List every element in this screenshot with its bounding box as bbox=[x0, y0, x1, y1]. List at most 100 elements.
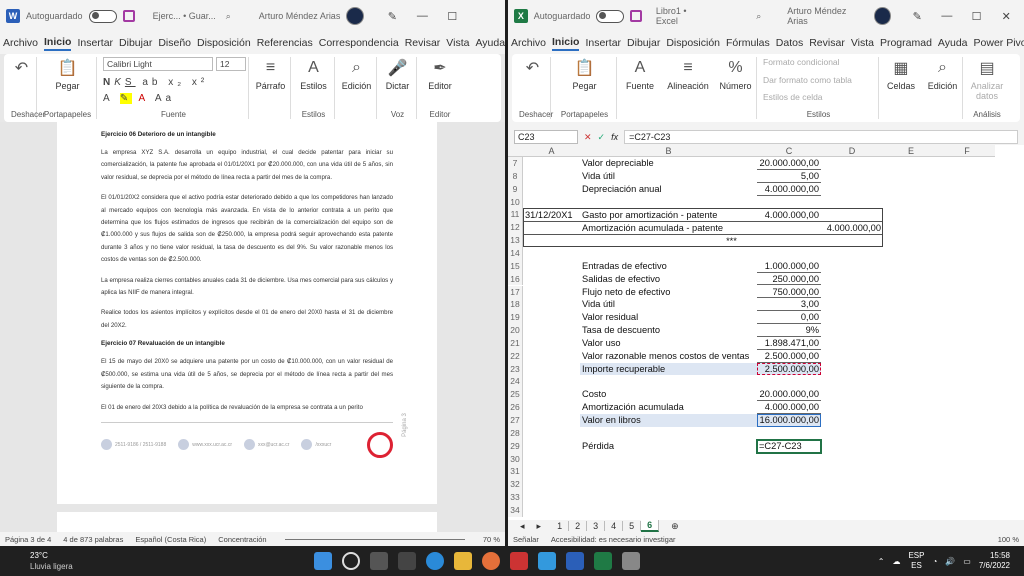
cell-a[interactable] bbox=[523, 440, 580, 453]
font-size-select[interactable]: 12 bbox=[216, 57, 246, 71]
row-header[interactable]: 7 bbox=[508, 157, 523, 170]
cell-d[interactable] bbox=[821, 157, 883, 170]
cell-d[interactable] bbox=[821, 260, 883, 273]
font-color-icons[interactable]: A ✎ A Aa bbox=[103, 93, 175, 105]
cell-a[interactable]: 31/12/20X1 bbox=[523, 208, 580, 221]
sheet-tab-1[interactable]: 1 bbox=[551, 521, 570, 531]
app-icon[interactable] bbox=[621, 552, 640, 570]
row-header[interactable]: 17 bbox=[508, 285, 523, 299]
cell-a[interactable] bbox=[523, 183, 580, 196]
editor-button[interactable]: ✒ Editor bbox=[428, 57, 452, 91]
cell-d[interactable] bbox=[821, 363, 883, 376]
tab-revisar[interactable]: Revisar bbox=[809, 37, 845, 49]
font-name-select[interactable]: Calibri Light bbox=[103, 57, 213, 71]
row-header[interactable]: 22 bbox=[508, 349, 523, 363]
cell-a[interactable] bbox=[523, 247, 580, 260]
edit-button[interactable]: ⌕ Edición bbox=[928, 57, 958, 91]
confirm-icon[interactable]: ✓ bbox=[598, 132, 606, 143]
cell-a[interactable] bbox=[523, 260, 580, 273]
cell-c[interactable] bbox=[757, 453, 821, 466]
search-icon[interactable]: ⌕ bbox=[756, 11, 761, 22]
row-header[interactable]: 12 bbox=[508, 221, 523, 235]
cell-d[interactable] bbox=[821, 478, 883, 491]
tab-ayuda[interactable]: Ayuda bbox=[938, 37, 968, 49]
cell-b[interactable] bbox=[580, 504, 757, 517]
cell-b[interactable]: Valor razonable menos costos de ventas bbox=[580, 350, 757, 363]
cell-d[interactable] bbox=[821, 170, 883, 183]
avatar[interactable] bbox=[873, 7, 892, 25]
cell-a[interactable] bbox=[523, 286, 580, 299]
word-document-area[interactable]: Ejercicio 06 Deterioro de un intangible … bbox=[0, 122, 505, 532]
cell-c[interactable]: 0,00 bbox=[757, 311, 821, 325]
cell-a[interactable] bbox=[523, 311, 580, 324]
column-header-a[interactable]: A bbox=[523, 145, 580, 157]
cell-c[interactable] bbox=[757, 427, 821, 440]
status-zoom[interactable]: 100 % bbox=[998, 535, 1019, 544]
cell-d[interactable] bbox=[821, 388, 883, 401]
chevron-up-icon[interactable]: ⌃ bbox=[878, 557, 885, 566]
cell-c[interactable] bbox=[757, 196, 821, 209]
row-header[interactable]: 30 bbox=[508, 452, 523, 466]
undo-icon[interactable]: ↶ bbox=[522, 57, 544, 79]
tab-formulas[interactable]: Fórmulas bbox=[726, 37, 770, 49]
cell-a[interactable] bbox=[523, 465, 580, 478]
row-header[interactable]: 25 bbox=[508, 388, 523, 402]
cell-d[interactable] bbox=[821, 273, 883, 286]
analyze-button[interactable]: ▤ Analizar datos bbox=[969, 57, 1005, 101]
conditional-format-button[interactable]: Formato condicional bbox=[763, 57, 840, 67]
cell-c[interactable] bbox=[757, 478, 821, 491]
cell-b[interactable]: Amortización acumulada bbox=[580, 401, 757, 414]
font-button[interactable]: A Fuente bbox=[626, 57, 654, 91]
row-header[interactable]: 28 bbox=[508, 426, 523, 440]
row-header[interactable]: 34 bbox=[508, 503, 523, 517]
cell-a[interactable] bbox=[523, 196, 580, 209]
cell-c[interactable] bbox=[757, 221, 821, 234]
table-format-button[interactable]: Dar formato como tabla bbox=[763, 75, 852, 85]
file-explorer-icon[interactable] bbox=[453, 552, 472, 570]
cell-b[interactable] bbox=[580, 453, 757, 466]
cell-b[interactable]: Vida útil bbox=[580, 170, 757, 183]
cell-a[interactable] bbox=[523, 298, 580, 311]
cell-c[interactable]: 20.000.000,00 bbox=[757, 157, 821, 170]
volume-icon[interactable]: 🔊 bbox=[945, 557, 955, 566]
cell-b[interactable]: Gasto por amortización - patente bbox=[580, 208, 757, 221]
close-icon[interactable]: ✕ bbox=[994, 10, 1018, 23]
cell-d[interactable] bbox=[821, 183, 883, 196]
row-header[interactable]: 24 bbox=[508, 375, 523, 389]
row-header[interactable]: 14 bbox=[508, 246, 523, 260]
media-icon[interactable] bbox=[509, 552, 528, 570]
maximize-icon[interactable]: ☐ bbox=[965, 10, 989, 23]
status-focus[interactable]: Concentración bbox=[218, 535, 266, 544]
cell-a[interactable] bbox=[523, 157, 580, 170]
sheet-tab-4[interactable]: 4 bbox=[605, 521, 624, 531]
cell-styles-button[interactable]: Estilos de celda bbox=[763, 92, 823, 102]
row-header[interactable]: 31 bbox=[508, 465, 523, 479]
cell-b[interactable]: Tasa de descuento bbox=[580, 324, 757, 337]
select-all-corner[interactable] bbox=[508, 145, 523, 157]
dictate-button[interactable]: 🎤 Dictar bbox=[386, 57, 410, 91]
column-header-f[interactable]: F bbox=[939, 145, 995, 157]
status-zoom[interactable]: 70 % bbox=[483, 535, 500, 544]
cell-b[interactable] bbox=[580, 427, 757, 440]
start-icon[interactable] bbox=[313, 552, 332, 570]
tab-ayuda[interactable]: Ayuda bbox=[475, 37, 505, 49]
cell-b[interactable]: Amortización acumulada - patente bbox=[580, 221, 757, 234]
minimize-icon[interactable]: — bbox=[935, 10, 959, 22]
tab-disposicion[interactable]: Disposición bbox=[666, 37, 720, 49]
undo-icon[interactable]: ↶ bbox=[11, 57, 33, 79]
cell-b[interactable]: Valor residual bbox=[580, 311, 757, 324]
cell-d[interactable] bbox=[821, 337, 883, 350]
cell-b[interactable] bbox=[580, 247, 757, 260]
row-header[interactable]: 29 bbox=[508, 439, 523, 453]
row-header[interactable]: 9 bbox=[508, 182, 523, 196]
cell-b[interactable]: Costo bbox=[580, 388, 757, 401]
tab-datos[interactable]: Datos bbox=[776, 37, 803, 49]
paste-button[interactable]: 📋 Pegar bbox=[55, 57, 79, 91]
cell-b[interactable]: Flujo neto de efectivo bbox=[580, 286, 757, 299]
tab-vista[interactable]: Vista bbox=[851, 37, 874, 49]
tab-insertar[interactable]: Insertar bbox=[77, 37, 113, 49]
document-page[interactable]: Ejercicio 06 Deterioro de un intangible … bbox=[57, 122, 437, 504]
cell-b[interactable]: Salidas de efectivo bbox=[580, 273, 757, 286]
alignment-button[interactable]: ≡ Alineación bbox=[667, 57, 709, 91]
row-header[interactable]: 23 bbox=[508, 362, 523, 376]
